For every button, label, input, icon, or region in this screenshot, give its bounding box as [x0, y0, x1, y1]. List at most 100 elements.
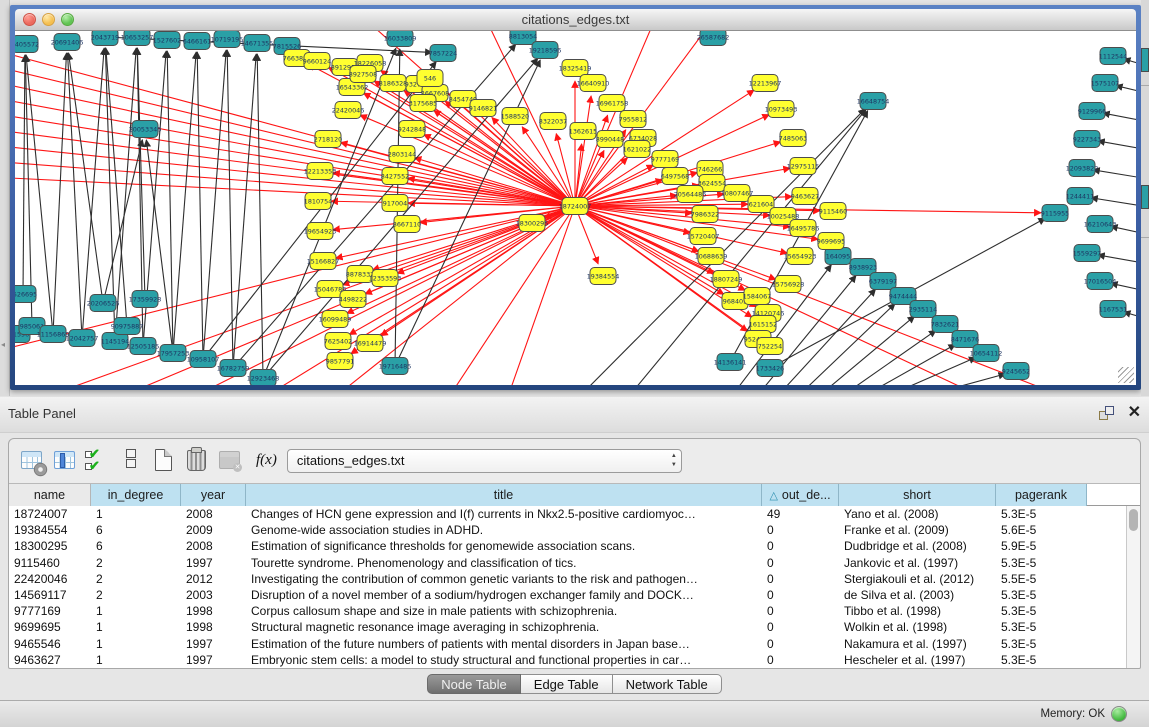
- table-cell[interactable]: 5.9E-5: [996, 538, 1087, 554]
- graph-node[interactable]: 15756928: [772, 276, 805, 293]
- table-cell[interactable]: Franke et al. (2009): [839, 522, 996, 538]
- splitter-collapse-icon[interactable]: ◂: [1, 340, 5, 349]
- graph-node[interactable]: 15166827: [307, 253, 340, 270]
- table-vertical-scrollbar[interactable]: [1126, 506, 1140, 668]
- tab-node-table[interactable]: Node Table: [427, 674, 521, 694]
- graph-node[interactable]: 17359928: [129, 291, 162, 308]
- graph-node[interactable]: 1559297: [1073, 245, 1101, 262]
- graph-node[interactable]: 9857791: [326, 353, 354, 370]
- graph-node[interactable]: 8186328: [379, 75, 407, 92]
- graph-node[interactable]: 1621022: [623, 141, 651, 158]
- table-cell[interactable]: 49: [762, 506, 839, 522]
- graph-node[interactable]: 15720407: [687, 228, 720, 245]
- table-cell[interactable]: 0: [762, 636, 839, 652]
- table-cell[interactable]: 2: [91, 587, 181, 603]
- graph-node[interactable]: 1588520: [501, 108, 529, 125]
- table-row[interactable]: 1456911722003Disruption of a novel membe…: [9, 587, 1140, 603]
- graph-node[interactable]: 1362615: [569, 123, 597, 140]
- scrollbar-thumb[interactable]: [1129, 509, 1138, 531]
- network-canvas[interactable]: 1405572206914062043719106532571527602646…: [15, 31, 1136, 385]
- graph-node[interactable]: 6379197: [869, 273, 897, 290]
- graph-node[interactable]: 9777169: [651, 151, 679, 168]
- graph-node[interactable]: 752254: [757, 338, 783, 355]
- table-cell[interactable]: 2008: [181, 538, 246, 554]
- table-cell[interactable]: 5.3E-5: [996, 636, 1087, 652]
- window-titlebar[interactable]: citations_edges.txt: [15, 9, 1136, 31]
- table-selector-dropdown[interactable]: citations_edges.txt ▲▼: [287, 449, 682, 473]
- graph-node[interactable]: 17016504: [1084, 273, 1117, 290]
- table-cell[interactable]: 2012: [181, 571, 246, 587]
- row-selection-icon[interactable]: ✔✔: [85, 448, 111, 474]
- table-cell[interactable]: 0: [762, 652, 839, 668]
- graph-node[interactable]: 7955812: [619, 111, 647, 128]
- graph-node[interactable]: 1584067: [743, 288, 771, 305]
- graph-node[interactable]: 917004: [382, 195, 408, 212]
- merge-rows-icon[interactable]: [118, 448, 144, 474]
- graph-node[interactable]: 1733426: [756, 360, 784, 377]
- table-cell[interactable]: 18724007: [9, 506, 91, 522]
- table-cell[interactable]: Structural magnetic resonance image aver…: [246, 619, 762, 635]
- table-cell[interactable]: 1: [91, 636, 181, 652]
- new-table-icon[interactable]: [151, 448, 177, 474]
- network-view-window[interactable]: citations_edges.txt 14055722069140620437…: [10, 5, 1141, 390]
- table-cell[interactable]: 1: [91, 603, 181, 619]
- table-cell[interactable]: 22420046: [9, 571, 91, 587]
- graph-node[interactable]: 9115460: [819, 203, 847, 220]
- table-cell[interactable]: 5.6E-5: [996, 522, 1087, 538]
- column-header-in_degree[interactable]: in_degree: [91, 484, 181, 506]
- graph-node[interactable]: 18807249: [710, 271, 743, 288]
- table-row[interactable]: 977716911998Corpus callosum shape and si…: [9, 603, 1140, 619]
- float-panel-icon[interactable]: [1099, 406, 1115, 422]
- graph-node[interactable]: 1112544: [1099, 48, 1127, 65]
- table-cell[interactable]: 1: [91, 652, 181, 668]
- graph-node[interactable]: 19384554: [587, 268, 620, 285]
- column-header-short[interactable]: short: [839, 484, 996, 506]
- table-cell[interactable]: Investigating the contribution of common…: [246, 571, 762, 587]
- table-cell[interactable]: 1997: [181, 555, 246, 571]
- table-cell[interactable]: Dudbridge et al. (2008): [839, 538, 996, 554]
- graph-node[interactable]: 10958107: [187, 351, 220, 368]
- table-cell[interactable]: 1997: [181, 636, 246, 652]
- table-cell[interactable]: 0: [762, 603, 839, 619]
- table-cell[interactable]: Estimation of the future numbers of pati…: [246, 636, 762, 652]
- graph-node[interactable]: 1527602: [153, 32, 181, 49]
- graph-node[interactable]: 16495786: [787, 220, 820, 237]
- table-cell[interactable]: 1997: [181, 652, 246, 668]
- table-cell[interactable]: 2009: [181, 522, 246, 538]
- table-cell[interactable]: 18300295: [9, 538, 91, 554]
- graph-node[interactable]: 16648754: [857, 93, 890, 110]
- graph-node[interactable]: 7857224: [429, 45, 457, 62]
- graph-node[interactable]: 10654112: [970, 345, 1003, 362]
- table-cell[interactable]: 5.3E-5: [996, 619, 1087, 635]
- table-cell[interactable]: 2: [91, 555, 181, 571]
- table-cell[interactable]: 1998: [181, 603, 246, 619]
- table-cell[interactable]: Embryonic stem cells: a model to study s…: [246, 652, 762, 668]
- table-cell[interactable]: Yano et al. (2008): [839, 506, 996, 522]
- graph-node[interactable]: 7832621: [931, 316, 959, 333]
- table-cell[interactable]: 1: [91, 506, 181, 522]
- column-header-pagerank[interactable]: pagerank: [996, 484, 1087, 506]
- graph-node[interactable]: 2935114: [909, 301, 937, 318]
- table-cell[interactable]: 5.3E-5: [996, 506, 1087, 522]
- graph-node[interactable]: 9699695: [817, 233, 845, 250]
- graph-node[interactable]: 1615152: [749, 316, 777, 333]
- graph-node[interactable]: 15654923: [784, 248, 817, 265]
- memory-indicator-button[interactable]: [1111, 706, 1127, 722]
- graph-node[interactable]: 2526695: [15, 286, 37, 303]
- graph-node[interactable]: 8927508: [349, 66, 377, 83]
- table-row[interactable]: 969969511998Structural magnetic resonanc…: [9, 619, 1140, 635]
- table-cell[interactable]: 6: [91, 538, 181, 554]
- graph-node[interactable]: 14671355: [241, 35, 274, 52]
- select-columns-icon[interactable]: [52, 448, 78, 474]
- table-cell[interactable]: 6: [91, 522, 181, 538]
- graph-node[interactable]: 16914479: [354, 335, 387, 352]
- graph-node[interactable]: 9129966: [1078, 103, 1106, 120]
- table-cell[interactable]: 1998: [181, 619, 246, 635]
- tab-network-table[interactable]: Network Table: [613, 674, 722, 694]
- resize-grip-icon[interactable]: [1118, 367, 1134, 383]
- graph-node[interactable]: 17957253: [157, 345, 190, 362]
- graph-node[interactable]: 11156869: [37, 326, 70, 343]
- graph-node[interactable]: 2718120: [314, 131, 342, 148]
- table-row[interactable]: 2242004622012Investigating the contribut…: [9, 571, 1140, 587]
- table-cell[interactable]: Disruption of a novel member of a sodium…: [246, 587, 762, 603]
